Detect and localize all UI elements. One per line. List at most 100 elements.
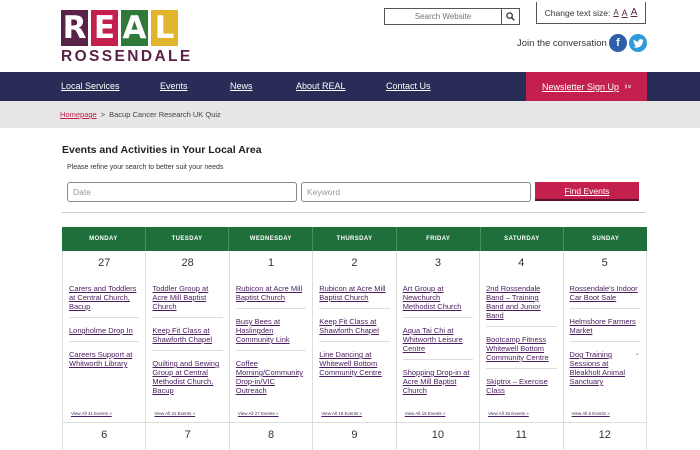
nav-about-real[interactable]: About REAL: [296, 81, 346, 91]
event-with-toggle: Dog Training Sessions at Bleakholt Anima…: [570, 342, 640, 386]
event-link[interactable]: Rossendale's Indoor Car Boot Sale: [570, 284, 640, 302]
day-cell-saturday: 4 2nd Rossendale Band – Training Band an…: [480, 251, 564, 423]
event-link[interactable]: Keep Fit Class at Shawforth Chapel: [152, 326, 222, 344]
view-all-events-link[interactable]: View All 16 Events »: [405, 411, 446, 416]
logo-letter-e: E: [91, 10, 118, 46]
breadcrumb-home[interactable]: Homepage: [60, 110, 97, 119]
event-link[interactable]: Carers and Toddlers at Central Church, B…: [69, 284, 139, 311]
event-link[interactable]: Art Group at Newchurch Methodist Church: [403, 284, 473, 311]
event-divider: [486, 368, 557, 369]
event-divider: [319, 308, 390, 309]
logo-letters: R E A L: [61, 10, 181, 46]
day-header-saturday: SATURDAY: [481, 227, 565, 251]
facebook-icon[interactable]: f: [609, 34, 627, 52]
event-link[interactable]: Longholme Drop In: [69, 326, 139, 335]
day-number: 9: [351, 429, 358, 441]
nav-events[interactable]: Events: [160, 81, 188, 91]
logo-letter-a: A: [121, 10, 148, 46]
day-cell-thursday: 9: [313, 423, 397, 450]
day-header-tuesday: TUESDAY: [146, 227, 230, 251]
twitter-icon[interactable]: [629, 34, 647, 52]
event-link[interactable]: Bootcamp Fitness Whitewell Bottom Commun…: [486, 335, 556, 362]
event-link[interactable]: Rubicon at Acre Mill Baptist Church: [236, 284, 306, 302]
events-title: Events and Activities in Your Local Area: [62, 144, 262, 156]
event-divider: [152, 317, 223, 318]
social-links: f: [609, 34, 647, 52]
search-input[interactable]: [385, 9, 501, 24]
event-link[interactable]: Line Dancing at Whitewell Bottom Communi…: [319, 350, 389, 377]
text-size-medium[interactable]: A: [622, 8, 628, 18]
event-divider: [69, 317, 140, 318]
event-link[interactable]: Quilting and Sewing Group at Central Met…: [152, 359, 222, 395]
chevron-down-icon: »: [625, 84, 633, 89]
event-link[interactable]: Careers Support at Whitworth Library: [69, 350, 139, 368]
date-field[interactable]: Date: [67, 182, 297, 202]
day-cell-thursday: 2 Rubicon at Acre Mill Baptist Church Ke…: [313, 251, 397, 423]
view-all-events-link[interactable]: View All 31 Events »: [71, 411, 112, 416]
view-all-events-link[interactable]: View All 27 Events »: [238, 411, 279, 416]
day-cell-tuesday: 7: [146, 423, 230, 450]
view-all-events-link[interactable]: View All 19 Events »: [321, 411, 362, 416]
event-divider: [486, 326, 557, 327]
events-calendar: MONDAY TUESDAY WEDNESDAY THURSDAY FRIDAY…: [62, 227, 647, 450]
text-size-small[interactable]: A: [613, 8, 618, 17]
event-link[interactable]: Dog Training Sessions at Bleakholt Anima…: [570, 350, 631, 386]
breadcrumb-current: Bacup Cancer Research UK Quiz: [109, 110, 221, 119]
text-size-label: Change text size:: [544, 7, 611, 18]
day-cell-sunday: 12: [564, 423, 647, 450]
events-subtitle: Please refine your search to better suit…: [67, 164, 224, 171]
day-number: 6: [101, 429, 108, 441]
search-icon: [506, 12, 515, 21]
event-divider: [569, 308, 640, 309]
event-link[interactable]: 2nd Rossendale Band – Training Band and …: [486, 284, 556, 320]
calendar-week-row: 6 7 8 9 10 11 12: [62, 423, 647, 450]
logo-letter-l: L: [151, 10, 178, 46]
event-divider: [235, 350, 307, 351]
day-header-sunday: SUNDAY: [592, 236, 620, 242]
event-link[interactable]: Skiptrix – Exercise Class: [486, 377, 556, 395]
chevron-down-icon[interactable]: ⌄: [635, 350, 640, 357]
event-link[interactable]: Busy Bees at Haslingden Community Link: [236, 317, 306, 344]
event-link[interactable]: Aqua Tai Chi at Whitworth Leisure Centre: [403, 326, 473, 353]
breadcrumb-separator: >: [100, 110, 106, 119]
day-number: 7: [184, 429, 191, 441]
day-cell-friday: 10: [397, 423, 481, 450]
real-rossendale-logo[interactable]: R E A L ROSSENDALE: [61, 10, 190, 66]
event-link[interactable]: Keep Fit Class at Shawforth Chapel: [319, 317, 389, 335]
event-link[interactable]: Coffee Morning/Community Drop-in/VIC Out…: [236, 359, 306, 395]
day-header-thursday: THURSDAY: [313, 227, 397, 251]
day-cell-friday: 3 Art Group at Newchurch Methodist Churc…: [396, 251, 481, 423]
calendar-header: MONDAY TUESDAY WEDNESDAY THURSDAY FRIDAY…: [62, 227, 647, 251]
event-divider: [319, 341, 390, 342]
day-cell-wednesday: 8: [230, 423, 314, 450]
view-all-events-link[interactable]: View All 5 Events »: [572, 411, 610, 416]
newsletter-signup-button[interactable]: Newsletter Sign Up »: [526, 72, 647, 101]
day-number: 28: [181, 257, 194, 269]
nav-local-services[interactable]: Local Services: [61, 81, 120, 91]
main-nav: Local Services Events News About REAL Co…: [0, 72, 700, 101]
nav-contact-us[interactable]: Contact Us: [386, 81, 431, 91]
view-all-events-link[interactable]: View All 31 Events »: [154, 411, 195, 416]
event-link[interactable]: Shopping Drop-in at Acre Mill Baptist Ch…: [403, 368, 473, 395]
join-conversation-label: Join the conversation: [517, 38, 607, 49]
nav-news[interactable]: News: [230, 81, 253, 91]
newsletter-label: Newsletter Sign Up: [542, 81, 620, 92]
search-button[interactable]: [501, 9, 519, 24]
event-link[interactable]: Toddler Group at Acre Mill Baptist Churc…: [152, 284, 222, 311]
event-divider: [402, 317, 474, 318]
find-events-button[interactable]: Find Events: [535, 182, 639, 201]
event-link[interactable]: Helmshore Farmers Market: [570, 317, 640, 335]
event-link[interactable]: Rubicon at Acre Mill Baptist Church: [319, 284, 389, 302]
day-number: 2: [351, 257, 358, 269]
keyword-field[interactable]: Keyword: [301, 182, 531, 202]
day-header-monday: MONDAY: [62, 227, 146, 251]
day-number: 5: [601, 257, 608, 269]
day-number: 27: [98, 257, 111, 269]
calendar-week-row: 27 Carers and Toddlers at Central Church…: [62, 251, 647, 423]
view-all-events-link[interactable]: View All 15 Events »: [488, 411, 529, 416]
breadcrumb: Homepage > Bacup Cancer Research UK Quiz: [0, 101, 700, 128]
day-number: 8: [267, 429, 275, 441]
day-header-friday: FRIDAY: [397, 227, 481, 251]
day-cell-sunday: 5 Rossendale's Indoor Car Boot Sale Helm…: [563, 251, 647, 423]
text-size-large[interactable]: A: [631, 7, 638, 18]
